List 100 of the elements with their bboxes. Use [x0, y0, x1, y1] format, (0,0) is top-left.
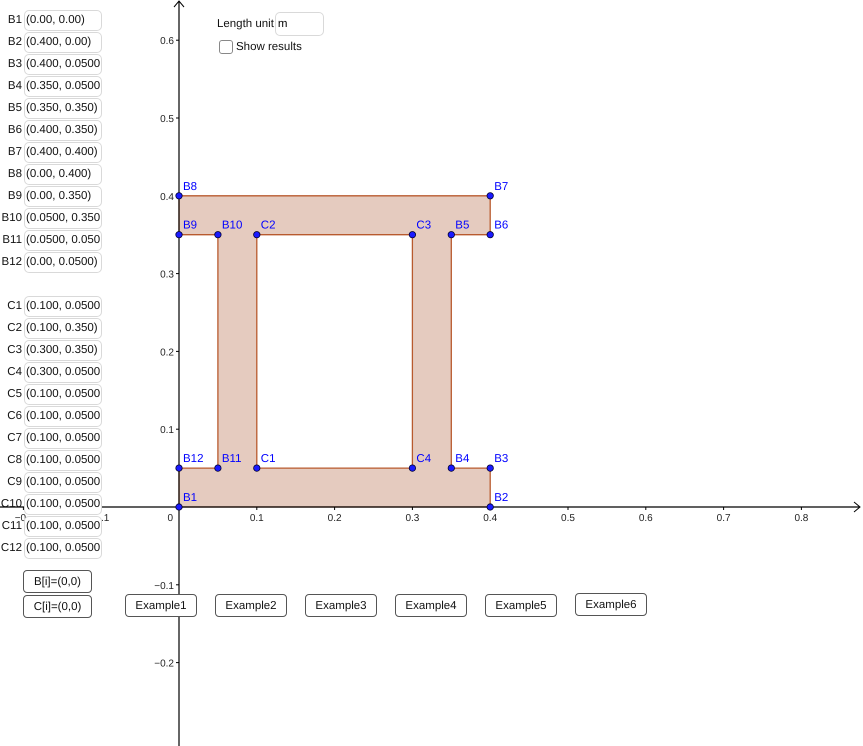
- point-marker[interactable]: [408, 231, 416, 238]
- length-unit-field[interactable]: m: [274, 12, 324, 36]
- point-marker[interactable]: [175, 464, 183, 472]
- point-name: C7: [6, 432, 22, 444]
- point-name: B3: [6, 58, 22, 70]
- coordinate-field[interactable]: (0.100, 0.350): [24, 318, 102, 338]
- length-unit-label: Length unit: [217, 18, 274, 30]
- coordinate-field[interactable]: (0.300, 0.350): [24, 340, 102, 360]
- tick-label: .1: [101, 513, 110, 524]
- tick-label: 0.4: [160, 192, 174, 203]
- coordinate-field[interactable]: (0.350, 0.350): [24, 98, 102, 118]
- coordinate-field[interactable]: (0.0500, 0.050: [24, 230, 102, 250]
- point-marker[interactable]: [448, 464, 455, 472]
- example-button[interactable]: Example6: [575, 593, 647, 616]
- tick-label: 0.7: [716, 513, 731, 524]
- point-label: C2: [260, 220, 276, 232]
- coordinate-field[interactable]: (0.100, 0.0500: [24, 450, 102, 470]
- point-marker[interactable]: [253, 231, 260, 238]
- coordinate-field[interactable]: (0.400, 0.00): [24, 32, 102, 52]
- tick-label: 0.6: [160, 36, 174, 48]
- tick-label: −0.1: [154, 580, 174, 592]
- tick-label: 0.3: [405, 513, 420, 524]
- point-label: B1: [183, 492, 198, 504]
- example-button[interactable]: Example1: [125, 594, 197, 617]
- coordinate-field[interactable]: (0.100, 0.0500: [24, 406, 102, 426]
- point-name: B7: [6, 146, 22, 158]
- point-marker[interactable]: [214, 231, 222, 238]
- tick-label: 0.2: [328, 513, 342, 524]
- point-name: C8: [6, 454, 22, 466]
- point-name: C6: [6, 410, 22, 422]
- coordinate-field[interactable]: (0.100, 0.0500: [24, 296, 102, 316]
- point-name: B2: [6, 36, 22, 48]
- point-label: B9: [183, 220, 198, 232]
- point-marker[interactable]: [486, 192, 494, 200]
- point-label: B8: [183, 180, 198, 193]
- checkbox-label: Show results: [236, 41, 302, 53]
- coordinate-field[interactable]: (0.350, 0.0500: [24, 76, 102, 96]
- point-label: C1: [260, 453, 276, 466]
- point-name: C12: [0, 542, 22, 554]
- coordinate-field[interactable]: (0.100, 0.0500: [24, 494, 102, 514]
- point-label: B3: [494, 453, 508, 466]
- point-marker[interactable]: [448, 231, 455, 238]
- point-marker[interactable]: [175, 192, 183, 200]
- example-button[interactable]: Example5: [485, 594, 557, 617]
- coordinate-field[interactable]: (0.00, 0.00): [24, 10, 102, 30]
- point-name: C1: [6, 300, 22, 312]
- tick-label: 0.3: [160, 270, 174, 281]
- tick-label: 0.1: [250, 513, 264, 524]
- point-label: B5: [455, 220, 470, 232]
- coordinate-field[interactable]: (0.00, 0.350): [24, 186, 102, 206]
- coordinate-field[interactable]: (0.300, 0.0500: [24, 362, 102, 382]
- point-marker[interactable]: [175, 503, 183, 511]
- coordinate-field[interactable]: (0.0500, 0.350: [24, 208, 102, 228]
- point-name: B8: [6, 168, 22, 180]
- point-marker[interactable]: [408, 464, 416, 472]
- point-name: B12: [0, 256, 22, 268]
- point-marker[interactable]: [486, 231, 494, 238]
- coordinate-field[interactable]: (0.100, 0.0500: [24, 516, 102, 536]
- example-button[interactable]: Example3: [305, 594, 377, 617]
- coordinate-field[interactable]: (0.00, 0.0500): [24, 252, 102, 272]
- show-results-checkbox[interactable]: [219, 40, 233, 54]
- point-label: C3: [416, 220, 432, 232]
- point-name: B10: [0, 212, 22, 224]
- point-name: C2: [6, 322, 22, 334]
- coordinate-field[interactable]: (0.00, 0.400): [24, 164, 102, 184]
- coordinate-field[interactable]: (0.400, 0.0500: [24, 54, 102, 74]
- point-label: B4: [455, 453, 470, 466]
- reset-button[interactable]: B[i]=(0,0): [23, 570, 92, 593]
- tick-label: 0: [167, 513, 173, 524]
- coordinate-field[interactable]: (0.400, 0.400): [24, 142, 102, 162]
- point-name: B5: [6, 102, 22, 114]
- point-marker[interactable]: [486, 464, 494, 472]
- point-name: B11: [1, 234, 22, 246]
- point-name: B9: [6, 190, 22, 202]
- tick-label: 0.5: [160, 114, 174, 125]
- coordinate-field[interactable]: (0.100, 0.0500: [24, 384, 102, 404]
- point-marker[interactable]: [214, 464, 222, 472]
- tick-label: 0.8: [794, 513, 808, 524]
- point-label: B10: [222, 220, 242, 232]
- point-label: B7: [494, 180, 508, 193]
- tick-label: −0.2: [154, 658, 174, 670]
- reset-button[interactable]: C[i]=(0,0): [23, 595, 92, 618]
- coordinate-field[interactable]: (0.100, 0.0500: [24, 428, 102, 448]
- tick-label: 0.4: [483, 513, 498, 524]
- point-name: C5: [6, 388, 22, 400]
- point-name: B6: [6, 124, 22, 136]
- example-button[interactable]: Example4: [395, 594, 467, 617]
- point-label: B6: [494, 220, 508, 232]
- point-name: C11: [0, 520, 22, 532]
- point-marker[interactable]: [253, 464, 260, 472]
- coordinate-field[interactable]: (0.400, 0.350): [24, 120, 102, 140]
- coordinate-field[interactable]: (0.100, 0.0500: [24, 538, 102, 558]
- example-button[interactable]: Example2: [215, 594, 287, 617]
- point-name: C4: [6, 366, 22, 378]
- coordinate-field[interactable]: (0.100, 0.0500: [24, 472, 102, 492]
- point-marker[interactable]: [486, 503, 494, 511]
- point-marker[interactable]: [175, 231, 183, 238]
- point-label: B2: [494, 492, 508, 504]
- point-name: B4: [6, 80, 22, 92]
- point-name: C9: [6, 476, 22, 488]
